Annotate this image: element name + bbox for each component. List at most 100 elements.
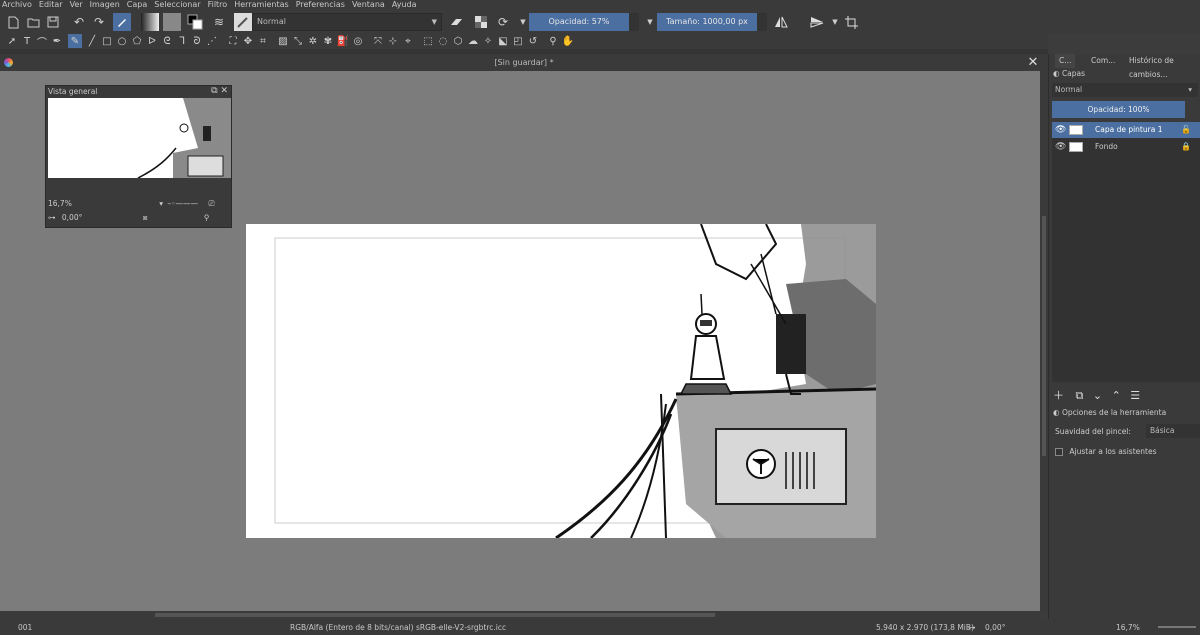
menu-preferencias[interactable]: Preferencias [296,0,345,10]
menu-herramientas[interactable]: Herramientas [234,0,289,10]
reference-tool-icon[interactable]: ⌖ [401,34,415,48]
ellipse-select-icon[interactable]: ◌ [436,34,450,48]
open-folder-icon[interactable] [24,13,42,31]
menu-ver[interactable]: Ver [70,0,83,10]
horizontal-scrollbar[interactable] [0,611,1040,619]
polygon-select-icon[interactable]: ⬡ [451,34,465,48]
brush-settings-icon[interactable]: ≋ [210,13,228,31]
measure-tool-icon[interactable]: ⊹ [386,34,400,48]
menu-archivo[interactable]: Archivo [2,0,32,10]
add-layer-icon[interactable]: ＋ [1053,389,1064,402]
duplicate-layer-icon[interactable]: ⧉ [1076,389,1084,402]
mirror-vertical-icon[interactable] [808,13,826,31]
blend-mode-select[interactable]: Normal ▼ [252,13,442,31]
reload-preset-icon[interactable]: ⟳ [494,13,512,31]
enclose-fill-icon[interactable]: ◎ [351,34,365,48]
close-icon[interactable]: ✕ [1025,54,1041,71]
eraser-icon[interactable] [448,13,466,31]
color-swatch-icon[interactable] [186,13,204,31]
edit-shapes-icon[interactable]: ⌒ [35,34,49,49]
move-layer-down-icon[interactable]: ⌄ [1093,389,1102,402]
layer-row-capa-de-pintura-1[interactable]: 👁 Capa de pintura 1 🔓 [1052,122,1200,138]
opacity-spin[interactable] [629,13,639,31]
zoom-tool-icon[interactable]: ⚲ [546,34,560,48]
freehand-select-icon[interactable]: ☁ [466,34,480,48]
eye-icon[interactable]: 👁 [1055,122,1066,138]
select-shapes-icon[interactable]: ➚ [5,34,19,48]
brush-preset-icon[interactable] [113,13,131,31]
overview-rotation[interactable]: ⊶ 0,00° ⧈ ⚲ [48,213,209,223]
bezier-select-icon[interactable]: ◰ [511,34,525,48]
colorize-mask-icon[interactable]: ✲ [306,34,320,48]
vertical-scrollbar[interactable] [1040,71,1048,611]
float-docker-icon[interactable]: ⧉ [211,86,217,96]
text-tool-icon[interactable]: T [20,34,34,48]
multibrush-icon[interactable]: ⋰ [205,34,219,48]
zoom-slider[interactable] [1158,626,1196,628]
eraser-mode-icon[interactable] [234,13,252,31]
size-spin[interactable] [757,13,767,31]
overview-thumbnail[interactable] [48,98,231,179]
menu-capa[interactable]: Capa [127,0,147,10]
mirror-view-icon[interactable]: ⧈ [143,213,148,222]
menu-seleccionar[interactable]: Seleccionar [154,0,200,10]
alpha-lock-icon[interactable] [472,13,490,31]
polyline-tool-icon[interactable]: ᐅ [145,34,159,48]
scrollbar-thumb[interactable] [155,613,715,617]
save-icon[interactable] [44,13,62,31]
dynamic-brush-icon[interactable]: ᘐ [190,34,204,48]
pan-tool-icon[interactable]: ✋ [561,34,575,48]
lock-icon[interactable]: 🔒 [1181,139,1191,155]
ellipse-tool-icon[interactable]: ○ [115,34,129,48]
checkbox[interactable] [1055,448,1063,456]
rect-select-icon[interactable]: ⬚ [421,34,435,48]
layer-row-fondo[interactable]: 👁 Fondo 🔒 [1052,139,1200,155]
assistant-tool-icon[interactable]: ⤧ [371,34,385,48]
overview-zoom[interactable]: 16,7% ▾ –◦——— ⎚ [48,199,214,209]
fill-tool-icon[interactable]: ⛽ [336,34,350,48]
canvas-document[interactable] [246,223,877,540]
mirror-horizontal-icon[interactable] [772,13,790,31]
move-tool-icon[interactable]: ✥ [241,34,255,48]
pattern-icon[interactable] [163,13,181,31]
assistants-checkbox[interactable]: Ajustar a los asistentes [1055,447,1156,456]
scrollbar-thumb[interactable] [1042,216,1046,456]
tab-capas[interactable]: C... [1055,54,1076,68]
close-icon[interactable]: ✕ [220,86,228,96]
tab-history[interactable]: Histórico de cambios... [1125,54,1200,79]
color-picker-icon[interactable]: ⤡ [291,34,305,48]
move-layer-up-icon[interactable]: ⌃ [1112,389,1121,402]
lock-icon[interactable]: 🔓 [1181,122,1191,138]
zoom-slider[interactable]: –◦——— [167,199,198,208]
magic-wand-icon[interactable]: ✧ [481,34,495,48]
gradient-tool-icon[interactable]: ▨ [276,34,290,48]
crop-wrap-icon[interactable] [842,13,860,31]
line-tool-icon[interactable]: ╱ [85,34,99,48]
menu-editar[interactable]: Editar [39,0,63,10]
status-zoom[interactable]: 16,7% [1116,623,1140,632]
chevron-down-icon[interactable]: ▾ [159,199,163,208]
freehand-brush-icon[interactable]: ✎ [68,34,82,48]
eye-icon[interactable]: 👁 [1055,139,1066,155]
opacity-slider[interactable]: Opacidad: 57% [529,13,629,31]
smart-patch-icon[interactable]: ✾ [321,34,335,48]
freehand-path-icon[interactable]: ᒣ [175,34,189,48]
layer-blend-select[interactable]: Normal ▾ [1052,83,1198,97]
menu-imagen[interactable]: Imagen [90,0,120,10]
gradient-icon[interactable] [141,13,159,31]
similar-select-icon[interactable]: ⬕ [496,34,510,48]
smoothing-select[interactable]: Básica [1146,424,1200,438]
layer-properties-icon[interactable]: ☰ [1130,389,1140,402]
transform-tool-icon[interactable]: ⛶ [226,34,240,48]
rectangle-tool-icon[interactable]: □ [100,34,114,48]
layer-opacity-slider[interactable]: Opacidad: 100% [1052,101,1185,118]
size-slider[interactable]: Tamaño: 1000,00 px [657,13,757,31]
bezier-tool-icon[interactable]: ᘓ [160,34,174,48]
tab-compositions[interactable]: Com... [1087,54,1119,68]
calligraphy-icon[interactable]: ✒ [50,34,64,48]
undo-icon[interactable]: ↶ [70,13,88,31]
pin-icon[interactable]: ⚲ [204,213,210,222]
new-document-icon[interactable] [4,13,22,31]
menu-filtro[interactable]: Filtro [208,0,228,10]
menu-ventana[interactable]: Ventana [352,0,385,10]
